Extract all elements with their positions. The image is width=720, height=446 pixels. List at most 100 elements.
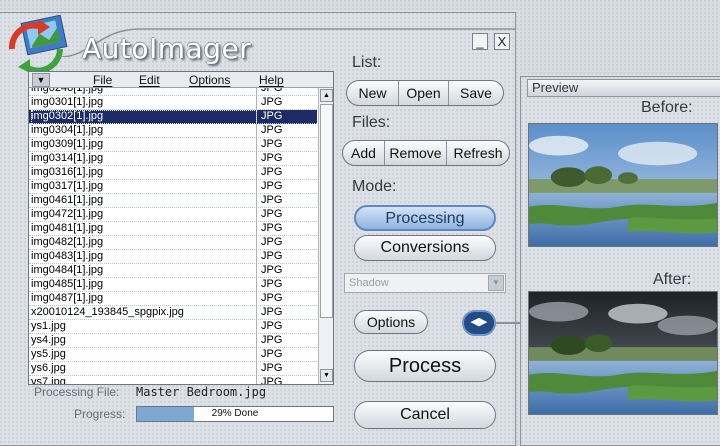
files-button-group: Add Remove Refresh xyxy=(342,140,510,166)
cancel-button[interactable]: Cancel xyxy=(354,401,496,429)
files-section-label: Files: xyxy=(352,114,391,131)
processing-mode-button[interactable]: Processing xyxy=(354,205,496,231)
conversions-mode-button[interactable]: Conversions xyxy=(354,235,496,261)
list-item[interactable]: ys1.jpg JPG xyxy=(29,320,317,334)
list-item[interactable]: img0316[1].jpg JPG xyxy=(29,166,317,180)
scroll-thumb[interactable] xyxy=(320,104,333,318)
list-item[interactable]: img0248[1].jpg JPG xyxy=(29,88,317,96)
file-type: JPG xyxy=(261,152,283,164)
list-item[interactable]: img0317[1].jpg JPG xyxy=(29,180,317,194)
open-list-button[interactable]: Open xyxy=(399,81,449,105)
list-scrollbar[interactable]: ▲ ▼ xyxy=(318,88,333,384)
list-item[interactable]: ys6.jpg JPG xyxy=(29,362,317,376)
file-type: JPG xyxy=(261,264,283,276)
list-item[interactable]: img0483[1].jpg JPG xyxy=(29,250,317,264)
list-item[interactable]: ys7.jpg JPG xyxy=(29,376,317,384)
file-type: JPG xyxy=(261,334,283,346)
menu-bar: ▼ File Edit Options Help xyxy=(29,72,333,88)
file-name: img0248[1].jpg xyxy=(31,88,257,96)
file-type: JPG xyxy=(261,376,283,384)
file-type: JPG xyxy=(261,180,283,192)
list-item[interactable]: img0487[1].jpg JPG xyxy=(29,292,317,306)
list-item[interactable]: img0481[1].jpg JPG xyxy=(29,222,317,236)
file-type: JPG xyxy=(261,208,283,220)
list-item[interactable]: x20010124_193845_spgpix.jpg JPG xyxy=(29,306,317,320)
list-item[interactable]: img0484[1].jpg JPG xyxy=(29,264,317,278)
new-list-button[interactable]: New xyxy=(347,81,399,105)
file-name: x20010124_193845_spgpix.jpg xyxy=(31,306,257,320)
progress-label: Progress: xyxy=(74,407,126,421)
toggle-connector xyxy=(496,322,522,324)
list-item[interactable]: img0314[1].jpg JPG xyxy=(29,152,317,166)
file-name: img0304[1].jpg xyxy=(31,124,257,138)
remove-files-button[interactable]: Remove xyxy=(385,141,447,165)
file-list[interactable]: img0248[1].jpg JPG img0301[1].jpg JPG img030… xyxy=(29,88,317,384)
list-item[interactable]: ys5.jpg JPG xyxy=(29,348,317,362)
app-title: AutoImager xyxy=(82,32,252,65)
preview-title[interactable]: Preview xyxy=(527,79,720,97)
list-item[interactable]: img0485[1].jpg JPG xyxy=(29,278,317,292)
scroll-up-icon[interactable]: ▲ xyxy=(320,89,333,102)
file-type: JPG xyxy=(261,278,283,290)
menu-help[interactable]: Help xyxy=(259,73,284,87)
file-name: img0484[1].jpg xyxy=(31,264,257,278)
file-name: img0302[1].jpg xyxy=(31,110,257,124)
menu-dropdown-icon[interactable]: ▼ xyxy=(32,73,50,87)
list-section-label: List: xyxy=(352,54,382,71)
file-name: img0314[1].jpg xyxy=(31,152,257,166)
file-name: img0309[1].jpg xyxy=(31,138,257,152)
list-button-group: New Open Save xyxy=(346,80,504,106)
add-files-button[interactable]: Add xyxy=(343,141,385,165)
file-name: img0461[1].jpg xyxy=(31,194,257,208)
menu-options[interactable]: Options xyxy=(189,73,230,87)
list-item[interactable]: img0472[1].jpg JPG xyxy=(29,208,317,222)
preview-window: Preview Before: After: xyxy=(520,76,720,446)
before-label: Before: xyxy=(641,99,693,116)
list-item[interactable]: img0304[1].jpg JPG xyxy=(29,124,317,138)
file-name: img0317[1].jpg xyxy=(31,180,257,194)
preview-toggle-icon[interactable]: ◀▶ xyxy=(462,310,496,336)
effect-select[interactable]: Shadow ▼ xyxy=(344,273,506,293)
scroll-down-icon[interactable]: ▼ xyxy=(320,369,333,382)
after-image xyxy=(528,291,718,415)
refresh-files-button[interactable]: Refresh xyxy=(447,141,509,165)
list-item[interactable]: ys4.jpg JPG xyxy=(29,334,317,348)
chevron-down-icon[interactable]: ▼ xyxy=(488,275,504,291)
file-type: JPG xyxy=(261,124,283,136)
file-name: img0482[1].jpg xyxy=(31,236,257,250)
process-button[interactable]: Process xyxy=(354,350,496,382)
menu-file[interactable]: File xyxy=(93,73,112,87)
close-button[interactable]: X xyxy=(494,33,510,50)
file-name: img0301[1].jpg xyxy=(31,96,257,110)
list-item[interactable]: img0302[1].jpg JPG xyxy=(29,110,317,124)
file-name: img0316[1].jpg xyxy=(31,166,257,180)
file-type: JPG xyxy=(261,222,283,234)
list-item[interactable]: img0482[1].jpg JPG xyxy=(29,236,317,250)
file-type: JPG xyxy=(261,166,283,178)
menu-edit[interactable]: Edit xyxy=(139,73,160,87)
list-item[interactable]: img0461[1].jpg JPG xyxy=(29,194,317,208)
options-button[interactable]: Options xyxy=(354,310,428,334)
minimize-button[interactable]: _ xyxy=(472,33,488,50)
file-type: JPG xyxy=(261,138,283,150)
file-name: img0483[1].jpg xyxy=(31,250,257,264)
file-name: img0472[1].jpg xyxy=(31,208,257,222)
file-name: img0481[1].jpg xyxy=(31,222,257,236)
list-item[interactable]: img0301[1].jpg JPG xyxy=(29,96,317,110)
file-type: JPG xyxy=(261,306,283,318)
after-label: After: xyxy=(653,271,692,288)
progress-text: 29% Done xyxy=(211,408,259,419)
list-item[interactable]: img0309[1].jpg JPG xyxy=(29,138,317,152)
file-name: ys7.jpg xyxy=(31,376,257,384)
processing-file-name: Master Bedroom.jpg xyxy=(136,385,267,399)
file-type: JPG xyxy=(261,96,283,108)
file-name: ys4.jpg xyxy=(31,334,257,348)
before-image xyxy=(528,123,718,247)
file-type: JPG xyxy=(261,88,283,94)
file-type: JPG xyxy=(261,250,283,262)
file-list-panel: ▼ File Edit Options Help img0248[1].jpg J… xyxy=(28,71,334,385)
file-type: JPG xyxy=(261,236,283,248)
file-name: img0487[1].jpg xyxy=(31,292,257,306)
save-list-button[interactable]: Save xyxy=(449,81,503,105)
file-name: ys6.jpg xyxy=(31,362,257,376)
